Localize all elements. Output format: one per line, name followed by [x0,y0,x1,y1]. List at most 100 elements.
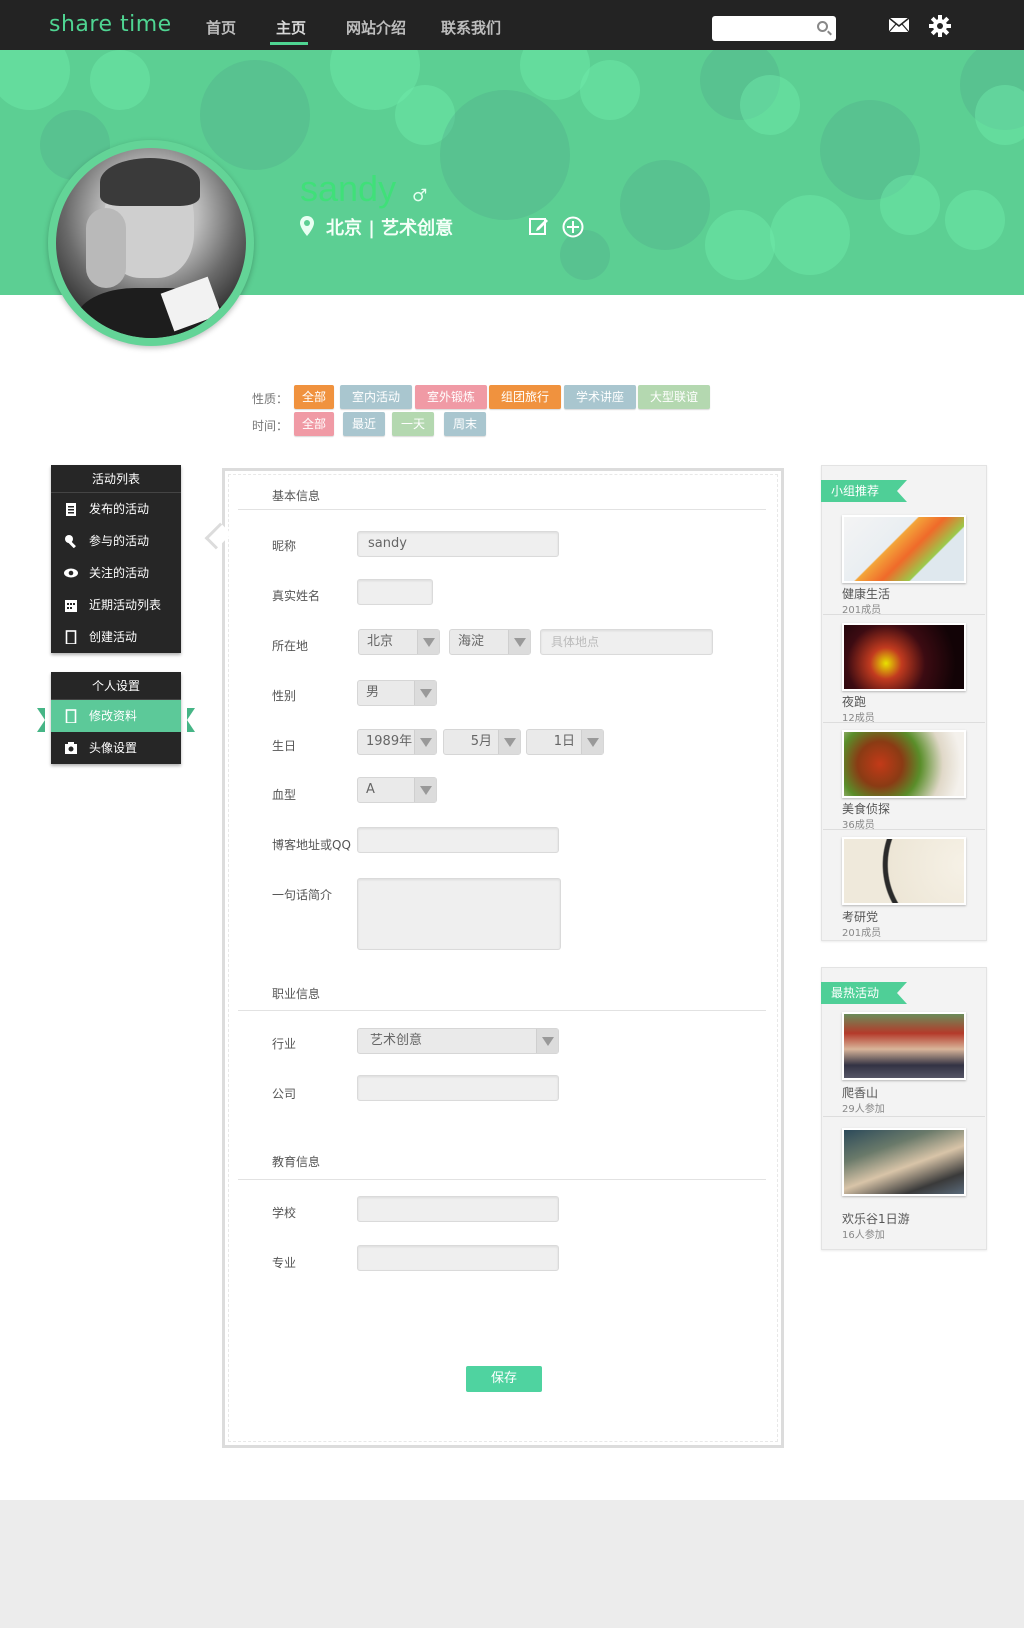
birth-month-select[interactable]: 5月 [443,729,521,755]
district-value: 海淀 [458,634,485,649]
tag-social-event[interactable]: 大型联谊 [638,385,710,409]
menu-create-activity[interactable]: 创建活动 [51,621,181,653]
tag-outdoor[interactable]: 室外锻炼 [415,385,487,409]
tag-lecture[interactable]: 学术讲座 [564,385,636,409]
menu-upcoming-activities[interactable]: 近期活动列表 [51,589,181,621]
mail-icon[interactable] [888,17,910,33]
hot-activity-name[interactable]: 爬香山 [842,1084,878,1101]
menu-avatar-settings[interactable]: 头像设置 [51,732,181,764]
birth-year-select[interactable]: 1989年 [357,729,437,755]
chevron-down-icon [508,630,530,654]
blood-type-select[interactable]: A [357,777,437,803]
gender-select[interactable]: 男 [357,680,437,706]
microphone-icon [65,535,76,548]
list-divider [823,614,985,615]
school-label: 学校 [272,1206,297,1220]
district-select[interactable]: 海淀 [449,629,531,655]
day-value: 1日 [553,734,575,749]
group-name[interactable]: 健康生活 [842,585,890,602]
realname-label: 真实姓名 [272,589,321,603]
ribbon-right [187,708,195,732]
group-thumb-exam[interactable] [842,837,966,905]
profile-form-panel [222,468,784,1448]
menu-joined-activities[interactable]: 参与的活动 [51,525,181,557]
menu-followed-activities[interactable]: 关注的活动 [51,557,181,589]
search-input[interactable] [712,16,836,41]
realname-input[interactable] [357,579,433,605]
ribbon-left [37,708,45,732]
list-divider [823,1116,985,1117]
chevron-down-icon [581,730,603,754]
section-divider [238,509,766,510]
industry-select[interactable]: 艺术创意 [357,1028,559,1054]
nav-active-indicator [270,42,308,45]
edit-icon[interactable] [529,216,549,236]
group-thumb-food[interactable] [842,730,966,798]
camera-icon [65,742,77,754]
activity-menu-title: 活动列表 [51,465,181,493]
nav-homepage[interactable]: 主页 [276,17,306,38]
add-icon[interactable] [562,216,584,238]
company-label: 公司 [272,1087,297,1101]
hot-thumb-xiangshan[interactable] [842,1012,966,1080]
menu-published-activities[interactable]: 发布的活动 [51,493,181,525]
avatar[interactable] [56,148,246,338]
menu-item-label: 近期活动列表 [89,598,162,612]
tag-nature-all[interactable]: 全部 [294,385,334,409]
tag-indoor[interactable]: 室内活动 [340,385,412,409]
male-gender-icon: ♂ [412,186,428,206]
gender-label: 性别 [272,689,297,703]
nav-home[interactable]: 首页 [206,17,236,38]
settings-menu-title: 个人设置 [51,672,181,700]
birth-day-select[interactable]: 1日 [526,729,604,755]
search-icon[interactable] [817,21,828,32]
major-label: 专业 [272,1256,297,1270]
chevron-down-icon [498,730,520,754]
activity-menu: 活动列表 发布的活动 参与的活动 关注的活动 近期活动列表 创建活动 [51,465,181,653]
group-thumb-health[interactable] [842,515,966,583]
tag-weekend[interactable]: 周末 [444,412,486,436]
hot-activity-name[interactable]: 欢乐谷1日游 [842,1210,910,1227]
industry-label: 行业 [272,1037,297,1051]
section-divider [238,1179,766,1180]
tag-time-all[interactable]: 全部 [294,412,334,436]
group-name[interactable]: 夜跑 [842,693,866,710]
profile-username: sandy [300,168,397,209]
section-divider [238,1010,766,1011]
intro-textarea[interactable] [357,878,561,950]
nickname-input[interactable]: sandy [357,531,559,557]
address-input[interactable]: 具体地点 [540,629,713,655]
nav-contact[interactable]: 联系我们 [441,17,501,38]
city-value: 北京 [367,634,394,649]
group-name[interactable]: 美食侦探 [842,800,890,817]
gear-icon[interactable] [929,15,951,37]
location-label: 所在地 [272,639,309,653]
save-button[interactable]: 保存 [466,1366,542,1392]
time-filter-label: 时间： [252,419,289,433]
location-pin-icon [300,216,314,236]
blog-input[interactable] [357,827,559,853]
nav-about[interactable]: 网站介绍 [346,17,406,38]
company-input[interactable] [357,1075,559,1101]
chevron-down-icon [414,778,436,802]
document-icon [65,709,77,723]
tag-one-day[interactable]: 一天 [392,412,434,436]
site-logo[interactable]: share time [49,12,172,37]
group-name[interactable]: 考研党 [842,908,878,925]
chevron-down-icon [414,681,436,705]
city-select[interactable]: 北京 [358,629,440,655]
basic-info-title: 基本信息 [272,489,321,503]
school-input[interactable] [357,1196,559,1222]
nature-filter-label: 性质： [252,392,289,406]
menu-edit-profile[interactable]: 修改资料 [37,700,195,732]
tag-recent[interactable]: 最近 [343,412,385,436]
major-input[interactable] [357,1245,559,1271]
tag-group-travel[interactable]: 组团旅行 [489,385,561,409]
document-icon [65,630,77,644]
industry-value: 艺术创意 [370,1033,423,1048]
group-thumb-night-run[interactable] [842,623,966,691]
hot-thumb-happy-valley[interactable] [842,1128,966,1196]
clipboard-icon [66,503,76,516]
blood-value: A [366,782,375,797]
career-info-title: 职业信息 [272,987,321,1001]
